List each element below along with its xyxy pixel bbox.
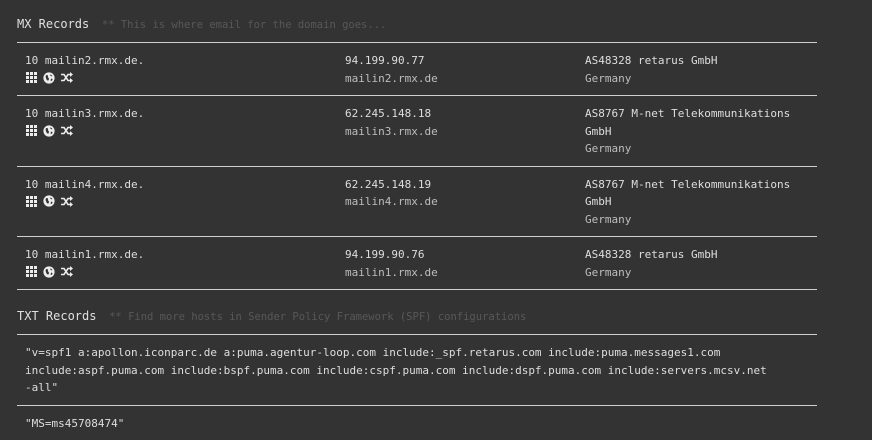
- txt-record-row: "v=spf1 a:apollon.iconparc.de a:puma.age…: [17, 335, 817, 406]
- mx-records-title: MX Records: [17, 17, 90, 31]
- shuffle-icon[interactable]: [61, 125, 73, 137]
- grid-icon[interactable]: [25, 266, 37, 278]
- mx-asn-line: AS48328 retarus GmbH: [585, 248, 718, 261]
- mx-asn-line: AS48328 retarus GmbH: [585, 54, 718, 67]
- mx-host: 10 mailin4.rmx.de.: [25, 177, 145, 191]
- txt-records-section: TXT Records ** Find more hosts in Sender…: [17, 308, 817, 440]
- mx-action-icons: [25, 194, 345, 208]
- mx-ip-address: 62.245.148.19: [345, 177, 432, 191]
- mx-record-row: 10 mailin1.rmx.de. 94.199.90.76 mailin1.rm…: [17, 237, 817, 290]
- globe-icon[interactable]: [43, 71, 55, 84]
- mx-ip-cell: 62.245.148.19 mailin4.rmx.de: [345, 176, 585, 229]
- mx-host-cell: 10 mailin4.rmx.de.: [25, 176, 345, 229]
- globe-icon[interactable]: [43, 124, 55, 137]
- grid-icon[interactable]: [25, 72, 37, 84]
- mx-action-icons: [25, 124, 345, 138]
- mx-asn-cell: AS8767 M-net Telekommunikations GmbH Germa…: [585, 176, 815, 229]
- txt-record-line: include:aspf.puma.com include:bspf.puma.…: [25, 363, 767, 377]
- mx-action-icons: [25, 71, 345, 85]
- txt-records-list: "v=spf1 a:apollon.iconparc.de a:puma.age…: [17, 335, 817, 440]
- mx-host-cell: 10 mailin3.rmx.de.: [25, 105, 345, 158]
- mx-record-row: 10 mailin2.rmx.de. 94.199.90.77 mailin2.rm…: [17, 43, 817, 96]
- mx-asn-line: GmbH: [585, 195, 612, 208]
- mx-host: 10 mailin1.rmx.de.: [25, 248, 145, 261]
- mx-asn-cell: AS8767 M-net Telekommunikations GmbH Germa…: [585, 105, 815, 158]
- txt-record-row: "MS=ms45708474": [17, 406, 817, 440]
- mx-asn-line: GmbH: [585, 124, 612, 138]
- txt-record-line: -all": [25, 381, 59, 394]
- mx-asn-cell: AS48328 retarus GmbH Germany: [585, 246, 815, 281]
- txt-records-hint: ** Find more hosts in Sender Policy Fram…: [109, 311, 527, 323]
- mx-reverse-dns: mailin2.rmx.de: [345, 71, 438, 85]
- mx-ip-cell: 94.199.90.77 mailin2.rmx.de: [345, 52, 585, 87]
- txt-records-title: TXT Records: [17, 309, 97, 323]
- dns-records-panel: MX Records ** This is where email for th…: [17, 0, 817, 440]
- txt-record-line: "MS=ms45708474": [25, 416, 125, 430]
- mx-asn-line: AS8767 M-net Telekommunikations: [585, 107, 791, 120]
- mx-country: Germany: [585, 212, 632, 226]
- mx-asn-cell: AS48328 retarus GmbH Germany: [585, 52, 815, 87]
- mx-ip-cell: 94.199.90.76 mailin1.rmx.de: [345, 246, 585, 281]
- globe-icon[interactable]: [43, 265, 55, 278]
- shuffle-icon[interactable]: [61, 195, 73, 207]
- mx-records-list: 10 mailin2.rmx.de. 94.199.90.77 mailin2.rm…: [17, 43, 817, 290]
- mx-host: 10 mailin2.rmx.de.: [25, 54, 145, 67]
- shuffle-icon[interactable]: [61, 72, 73, 84]
- grid-icon[interactable]: [25, 195, 37, 207]
- mx-record-row: 10 mailin4.rmx.de. 62.245.148.19 mailin4.r…: [17, 167, 817, 237]
- mx-host-cell: 10 mailin2.rmx.de.: [25, 52, 345, 87]
- mx-ip-cell: 62.245.148.18 mailin3.rmx.de: [345, 105, 585, 158]
- mx-country: Germany: [585, 265, 632, 279]
- mx-host-cell: 10 mailin1.rmx.de.: [25, 246, 345, 281]
- txt-records-header: TXT Records ** Find more hosts in Sender…: [17, 308, 817, 324]
- mx-action-icons: [25, 265, 345, 279]
- mx-record-row: 10 mailin3.rmx.de. 62.245.148.18 mailin3.r…: [17, 96, 817, 167]
- shuffle-icon[interactable]: [61, 266, 73, 278]
- mx-ip-address: 94.199.90.76: [345, 248, 425, 261]
- mx-records-hint: ** This is where email for the domain go…: [101, 19, 387, 31]
- grid-icon[interactable]: [25, 125, 37, 137]
- mx-country: Germany: [585, 71, 632, 85]
- mx-ip-address: 94.199.90.77: [345, 54, 425, 67]
- mx-ip-address: 62.245.148.18: [345, 107, 432, 120]
- mx-records-header: MX Records ** This is where email for th…: [17, 16, 817, 32]
- mx-host: 10 mailin3.rmx.de.: [25, 107, 145, 120]
- mx-country: Germany: [585, 142, 632, 155]
- globe-icon[interactable]: [43, 195, 55, 207]
- mx-reverse-dns: mailin3.rmx.de: [345, 124, 438, 138]
- mx-reverse-dns: mailin4.rmx.de: [345, 195, 438, 208]
- txt-record-line: "v=spf1 a:apollon.iconparc.de a:puma.age…: [25, 346, 721, 359]
- mx-reverse-dns: mailin1.rmx.de: [345, 265, 438, 279]
- mx-asn-line: AS8767 M-net Telekommunikations: [585, 177, 791, 191]
